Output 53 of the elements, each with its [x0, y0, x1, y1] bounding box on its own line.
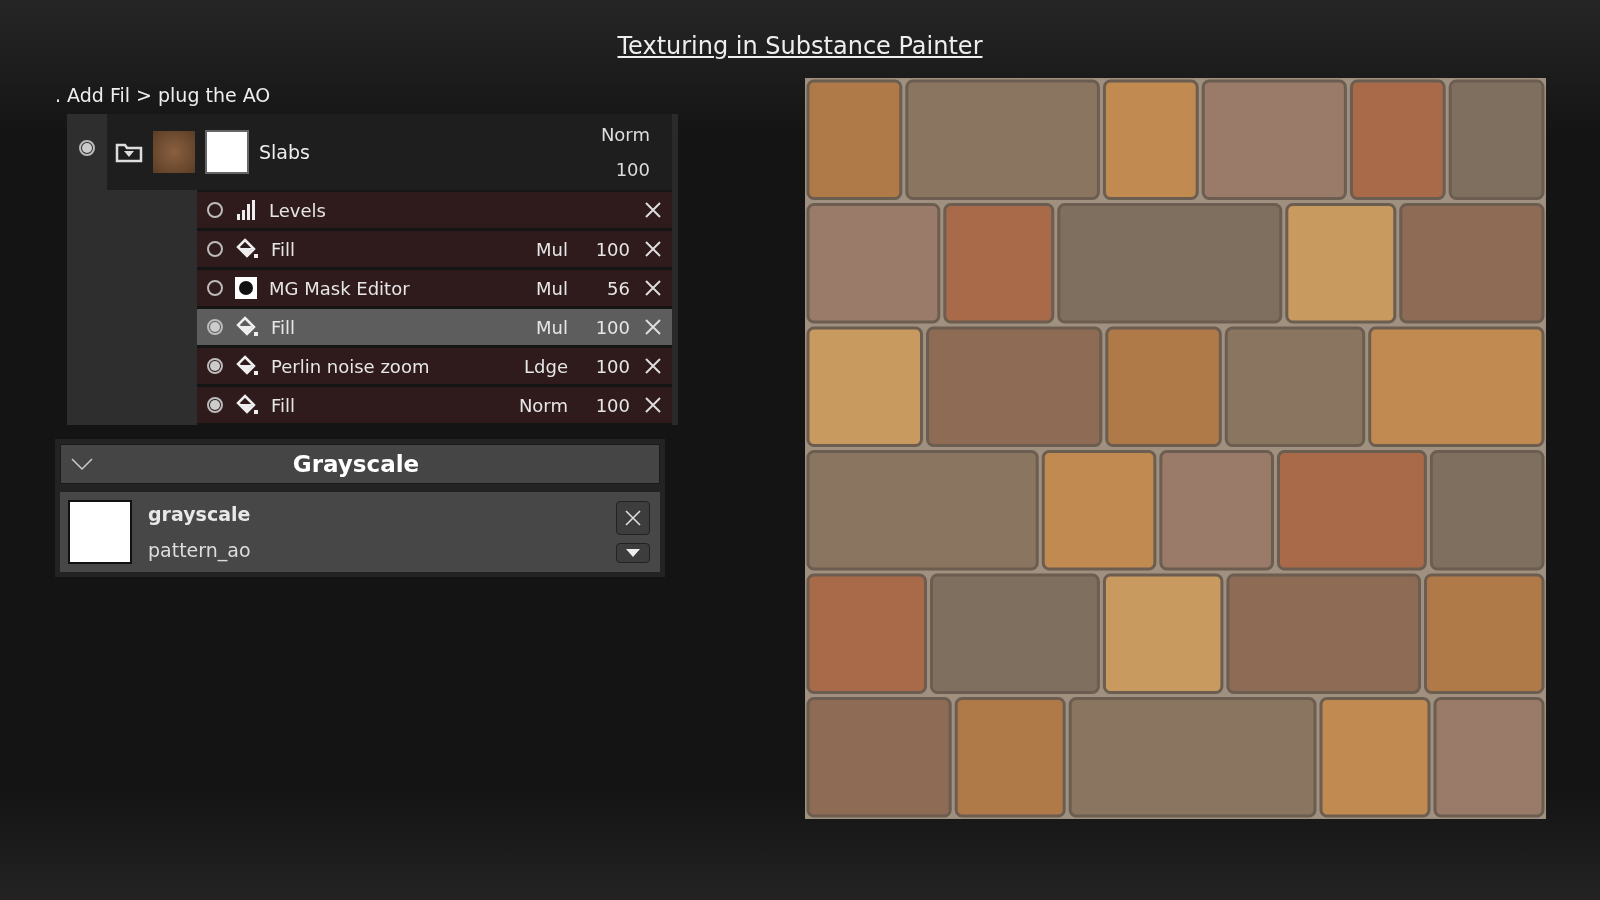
- caret-icon: [626, 549, 640, 557]
- mask-thumbnail[interactable]: [205, 130, 249, 174]
- blend-mode[interactable]: Norm: [518, 394, 568, 416]
- opacity-value[interactable]: 100: [580, 238, 630, 260]
- opacity-value[interactable]: 56: [580, 277, 630, 299]
- resource-name: grayscale: [148, 503, 252, 525]
- blend-mode[interactable]: Mul: [518, 238, 568, 260]
- texture-thumbnail[interactable]: [68, 500, 132, 564]
- circle-mask-icon: [235, 277, 257, 299]
- blend-mode[interactable]: Ldge: [518, 355, 568, 377]
- visibility-toggle[interactable]: [207, 319, 223, 335]
- visibility-toggle[interactable]: [207, 397, 223, 413]
- resource-file: pattern_ao: [148, 539, 252, 561]
- close-icon: [623, 508, 643, 528]
- remove-button[interactable]: [616, 501, 650, 535]
- effect-name: Fill: [271, 238, 297, 260]
- effect-name: Perlin noise zoom: [271, 355, 431, 377]
- effect-row[interactable]: MG Mask Editor Mul 56: [197, 270, 672, 306]
- opacity-value[interactable]: 100: [580, 394, 630, 416]
- section-header[interactable]: Grayscale: [60, 444, 660, 484]
- chevron-icon[interactable]: [71, 457, 93, 471]
- effect-row[interactable]: Fill Norm 100: [197, 387, 672, 423]
- folder-icon[interactable]: [115, 141, 143, 163]
- bar-chart-icon: [235, 199, 257, 221]
- blend-mode[interactable]: Mul: [518, 277, 568, 299]
- effect-name: Fill: [271, 316, 297, 338]
- effect-row[interactable]: Fill Mul 100: [197, 309, 672, 345]
- visibility-toggle[interactable]: [207, 202, 223, 218]
- dropdown-button[interactable]: [616, 543, 650, 563]
- visibility-toggle[interactable]: [207, 358, 223, 374]
- opacity-value[interactable]: 100: [580, 316, 630, 338]
- opacity-value[interactable]: 100: [580, 355, 630, 377]
- effect-row[interactable]: Levels: [197, 192, 672, 228]
- opacity-value[interactable]: 100: [615, 159, 650, 180]
- paint-bucket-icon: [235, 238, 259, 260]
- visibility-toggle[interactable]: [79, 140, 95, 156]
- effect-name: MG Mask Editor: [269, 277, 411, 299]
- effect-name: Fill: [271, 394, 297, 416]
- visibility-toggle[interactable]: [207, 241, 223, 257]
- visibility-toggle[interactable]: [207, 280, 223, 296]
- blend-mode[interactable]: Mul: [518, 316, 568, 338]
- layer-name[interactable]: Slabs: [259, 141, 591, 163]
- slide-title: Texturing in Substance Painter: [617, 32, 983, 60]
- effect-name: Levels: [269, 199, 327, 221]
- effect-row[interactable]: Perlin noise zoom Ldge 100: [197, 348, 672, 384]
- effect-row[interactable]: Fill Mul 100: [197, 231, 672, 267]
- paint-bucket-icon: [235, 394, 259, 416]
- paint-bucket-icon: [235, 316, 259, 338]
- instruction-text: . Add Fil > plug the AO: [55, 84, 272, 106]
- blend-mode[interactable]: Norm: [600, 124, 650, 145]
- section-title: Grayscale: [291, 451, 421, 477]
- material-thumbnail[interactable]: [153, 131, 195, 173]
- paint-bucket-icon: [235, 355, 259, 377]
